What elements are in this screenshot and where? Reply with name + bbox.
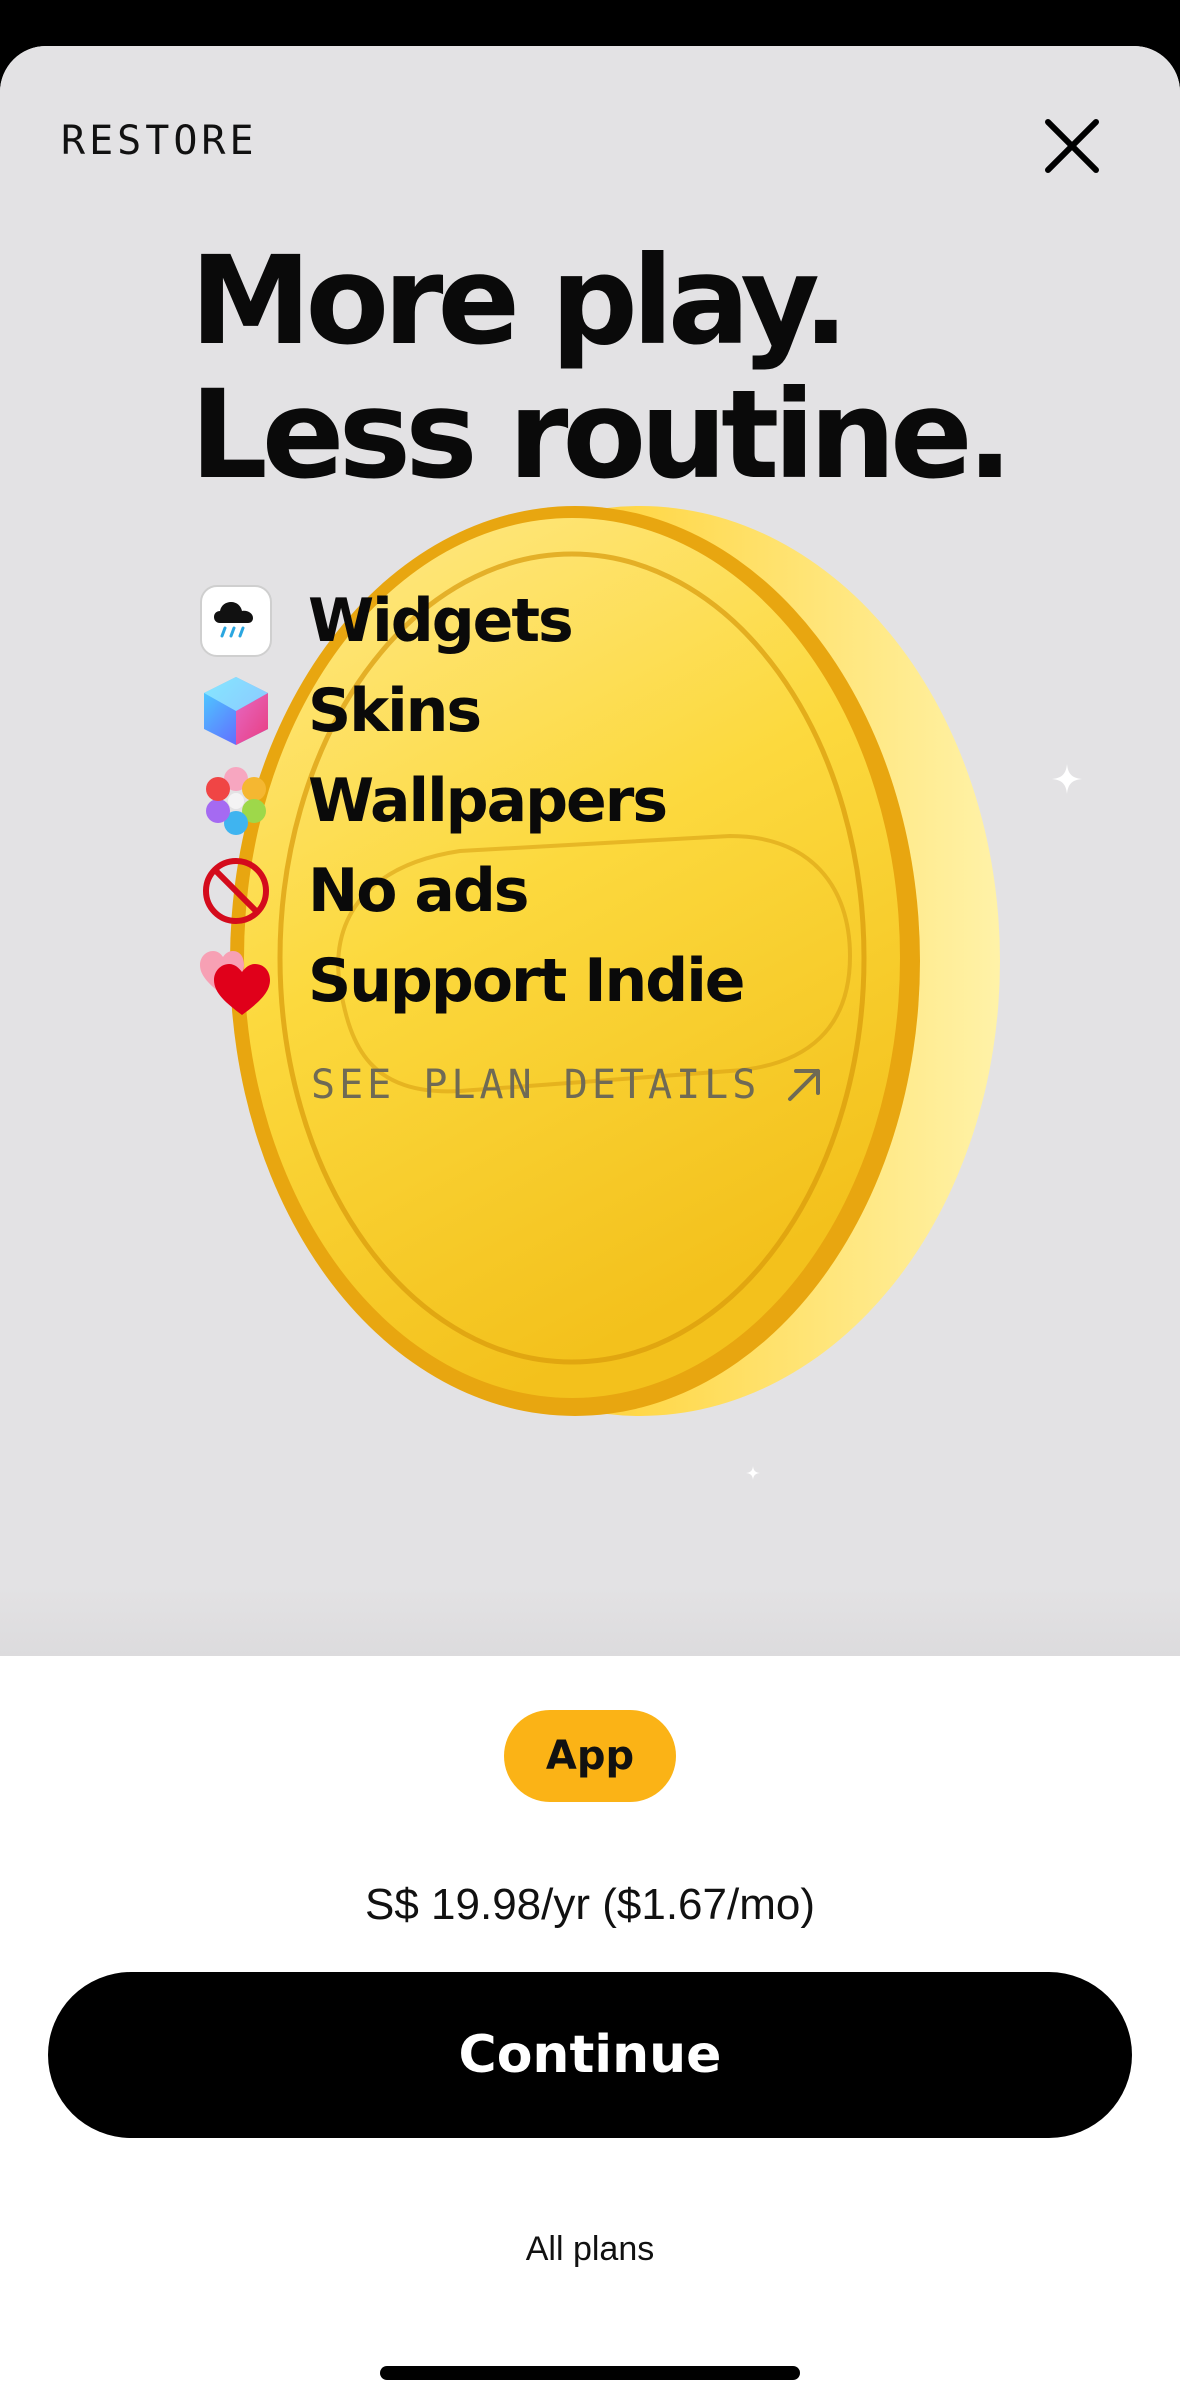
feature-widgets: Widgets [198, 576, 743, 666]
feature-label: No ads [308, 856, 529, 926]
paywall-sheet: RESTORE More play. Less routine. Widgets [0, 46, 1180, 2396]
restore-button[interactable]: RESTORE [61, 118, 258, 164]
headline-line-1: More play. [190, 230, 849, 372]
all-plans-link[interactable]: All plans [0, 2230, 1180, 2269]
feature-skins: Skins [198, 666, 743, 756]
plan-price: S$ 19.98/yr ($1.67/mo) [364, 1880, 815, 1929]
feature-label: Wallpapers [308, 766, 668, 836]
headline: More play. Less routine. [190, 230, 1013, 506]
continue-button[interactable]: Continue [48, 1972, 1132, 2138]
feature-list: Widgets Skins Wallpapers No ads Support … [198, 576, 745, 1026]
see-plan-details-link[interactable]: SEE PLAN DETAILS [311, 1062, 826, 1108]
feature-support-indie: Support Indie [198, 936, 745, 1026]
hearts-icon [200, 951, 270, 1015]
sparkle-icon [1052, 764, 1082, 794]
feature-wallpapers: Wallpapers [198, 756, 743, 846]
feature-label: Support Indie [308, 946, 745, 1016]
close-icon[interactable] [1040, 114, 1104, 178]
arrow-up-right-icon [788, 1069, 821, 1101]
headline-line-2: Less routine. [190, 364, 1013, 506]
rain-cloud-widget-icon [200, 585, 272, 657]
no-sign-icon [203, 858, 269, 924]
feature-no-ads: No ads [198, 846, 743, 936]
color-cube-icon [204, 677, 268, 745]
feature-label: Widgets [308, 586, 574, 656]
see-plan-details-label: SEE PLAN DETAILS [311, 1062, 761, 1108]
home-indicator [380, 2366, 800, 2380]
plan-badge[interactable]: App [504, 1710, 676, 1802]
feature-label: Skins [308, 676, 482, 746]
hero-section: RESTORE More play. Less routine. Widgets [0, 46, 1180, 1656]
hero-fade [0, 1586, 1180, 1656]
flower-icon [206, 767, 266, 835]
sparkle-small-icon [746, 1466, 760, 1480]
